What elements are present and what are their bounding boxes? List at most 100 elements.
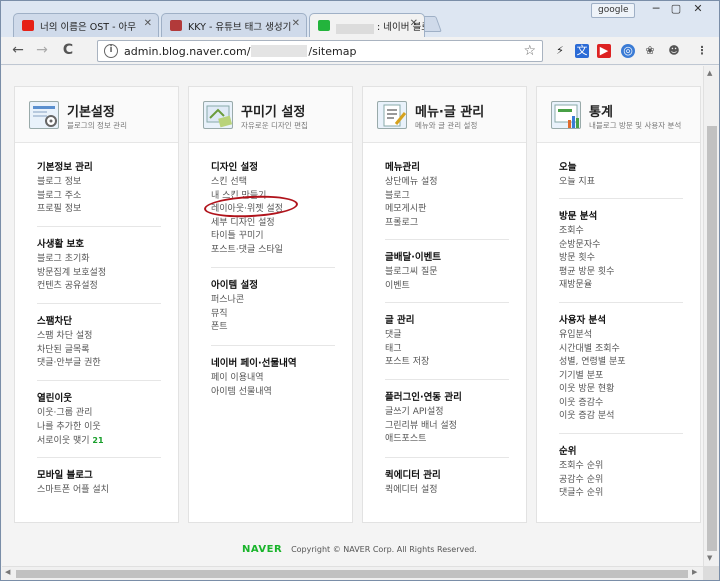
menu-link[interactable]: 페이 이용내역	[211, 372, 336, 386]
section-title[interactable]: 기본정보 관리	[37, 159, 162, 173]
menu-link[interactable]: 세부 디자인 설정	[211, 217, 336, 231]
section-title[interactable]: 퀵에디터 관리	[385, 467, 510, 481]
menu-link[interactable]: 시간대별 조회수	[559, 343, 684, 357]
section-title[interactable]: 사용자 분석	[559, 312, 684, 326]
minimize-button[interactable]: ─	[647, 2, 665, 17]
menu-link[interactable]: 유입분석	[559, 329, 684, 343]
close-tab-icon[interactable]: ✕	[292, 18, 300, 29]
section-title[interactable]: 메뉴관리	[385, 159, 510, 173]
menu-link[interactable]: 컨텐츠 공유설정	[37, 280, 162, 294]
tab-naver-blog[interactable]: : 네이버 블로그 ✕	[309, 13, 425, 37]
menu-link[interactable]: 태그	[385, 343, 510, 357]
menu-link[interactable]: 스킨 선택	[211, 176, 336, 190]
menu-link[interactable]: 조회수 순위	[559, 460, 684, 474]
menu-link[interactable]: 퀵에디터 설정	[385, 484, 510, 498]
site-info-icon[interactable]: i	[104, 44, 118, 58]
menu-link[interactable]: 퍼스나콘	[211, 294, 336, 308]
menu-link[interactable]: 포스트·댓글 스타일	[211, 244, 336, 258]
menu-link[interactable]: 오늘 지표	[559, 176, 684, 190]
scroll-left-arrow-icon[interactable]: ◀	[5, 568, 10, 576]
address-bar[interactable]: i admin.blog.naver.com//sitemap ☆	[97, 40, 543, 62]
menu-link[interactable]: 스마트폰 어플 설치	[37, 484, 162, 498]
scroll-up-arrow-icon[interactable]: ▲	[707, 69, 712, 77]
tab-kky[interactable]: KKY - 유튜브 태그 생성기 ✕	[161, 13, 307, 37]
menu-link[interactable]: 스팸 차단 설정	[37, 330, 162, 344]
menu-link[interactable]: 댓글·안부글 권한	[37, 357, 162, 371]
menu-link[interactable]: 순방문자수	[559, 239, 684, 253]
section-title[interactable]: 모바일 블로그	[37, 467, 162, 481]
naver-logo[interactable]: NAVER	[242, 544, 282, 555]
puzzle-extension-icon[interactable]: ❀	[643, 44, 657, 58]
bookmark-star-icon[interactable]: ☆	[523, 43, 536, 59]
menu-link[interactable]: 그린리뷰 배너 설정	[385, 420, 510, 434]
horizontal-scrollbar[interactable]: ◀ ▶	[2, 566, 703, 580]
account-extension-icon[interactable]: ☻	[667, 44, 681, 58]
menu-link[interactable]: 댓글수 순위	[559, 487, 684, 501]
menu-link[interactable]: 이웃 방문 현황	[559, 383, 684, 397]
menu-link[interactable]: 나를 추가한 이웃	[37, 421, 162, 435]
menu-link[interactable]: 아이템 선물내역	[211, 386, 336, 400]
section-title[interactable]: 스팸차단	[37, 313, 162, 327]
menu-link[interactable]: 방문집계 보호설정	[37, 267, 162, 281]
section-title[interactable]: 플러그인·연동 관리	[385, 389, 510, 403]
section-title[interactable]: 네이버 페이·선물내역	[211, 355, 336, 369]
back-button[interactable]: ←	[9, 42, 27, 60]
menu-link[interactable]: 상단메뉴 설정	[385, 176, 510, 190]
translate-extension-icon[interactable]: 文	[575, 44, 589, 58]
media-extension-icon[interactable]: ▶	[597, 44, 611, 58]
menu-link[interactable]: 이웃 증감수	[559, 397, 684, 411]
menu-link[interactable]: 블로그 초기화	[37, 253, 162, 267]
menu-link[interactable]: 차단된 글목록	[37, 344, 162, 358]
menu-link[interactable]: 방문 횟수	[559, 252, 684, 266]
menu-link[interactable]: 공감수 순위	[559, 474, 684, 488]
menu-link[interactable]: 이웃·그룹 관리	[37, 407, 162, 421]
menu-link[interactable]: 서로이웃 맺기 21	[37, 434, 162, 449]
section-title[interactable]: 글 관리	[385, 312, 510, 326]
section-title[interactable]: 디자인 설정	[211, 159, 336, 173]
vertical-scrollbar[interactable]: ▲ ▼	[703, 66, 719, 566]
globe-extension-icon[interactable]: ◎	[621, 44, 635, 58]
section-title[interactable]: 방문 분석	[559, 208, 684, 222]
menu-link[interactable]: 블로그 정보	[37, 176, 162, 190]
scroll-right-arrow-icon[interactable]: ▶	[692, 568, 697, 576]
menu-link[interactable]: 조회수	[559, 225, 684, 239]
section-title[interactable]: 아이템 설정	[211, 277, 336, 291]
scroll-thumb[interactable]	[707, 126, 717, 551]
section-title[interactable]: 순위	[559, 443, 684, 457]
forward-button[interactable]: →	[33, 42, 51, 60]
menu-link[interactable]: 메모게시판	[385, 203, 510, 217]
section-title[interactable]: 열린이웃	[37, 390, 162, 404]
menu-link[interactable]: 프롤로그	[385, 217, 510, 231]
menu-link[interactable]: 이웃 증감 분석	[559, 410, 684, 424]
close-tab-icon[interactable]: ✕	[144, 18, 152, 29]
menu-link[interactable]: 재방문율	[559, 279, 684, 293]
menu-link[interactable]: 이벤트	[385, 280, 510, 294]
menu-link[interactable]: 기기별 분포	[559, 370, 684, 384]
menu-link[interactable]: 블로그씨 질문	[385, 266, 510, 280]
maximize-button[interactable]: ▢	[667, 2, 685, 17]
scroll-down-arrow-icon[interactable]: ▼	[707, 554, 712, 562]
close-tab-icon[interactable]: ✕	[410, 18, 418, 29]
menu-link[interactable]: 프로필 정보	[37, 203, 162, 217]
menu-icon[interactable]: ⋮	[695, 44, 709, 58]
menu-link[interactable]: 글쓰기 API설정	[385, 406, 510, 420]
menu-link[interactable]: 댓글	[385, 329, 510, 343]
menu-link[interactable]: 애드포스트	[385, 433, 510, 447]
menu-link[interactable]: 타이틀 꾸미기	[211, 230, 336, 244]
menu-link[interactable]: 평균 방문 횟수	[559, 266, 684, 280]
close-window-button[interactable]: ✕	[689, 2, 707, 17]
scroll-thumb[interactable]	[16, 570, 688, 578]
menu-link[interactable]: 포스트 저장	[385, 356, 510, 370]
menu-link[interactable]: 뮤직	[211, 308, 336, 322]
profile-button[interactable]: google	[591, 3, 636, 18]
menu-link[interactable]: 블로그 주소	[37, 190, 162, 204]
reload-button[interactable]: C	[59, 42, 77, 60]
lightning-extension-icon[interactable]: ⚡	[553, 44, 567, 58]
section-title[interactable]: 사생활 보호	[37, 236, 162, 250]
tab-ost[interactable]: 너의 이름은 OST - 아무 ✕	[13, 13, 159, 37]
menu-link[interactable]: 폰트	[211, 321, 336, 335]
menu-link[interactable]: 블로그	[385, 190, 510, 204]
section-title[interactable]: 글배달·이벤트	[385, 249, 510, 263]
section-title[interactable]: 오늘	[559, 159, 684, 173]
menu-link[interactable]: 성별, 연령별 분포	[559, 356, 684, 370]
